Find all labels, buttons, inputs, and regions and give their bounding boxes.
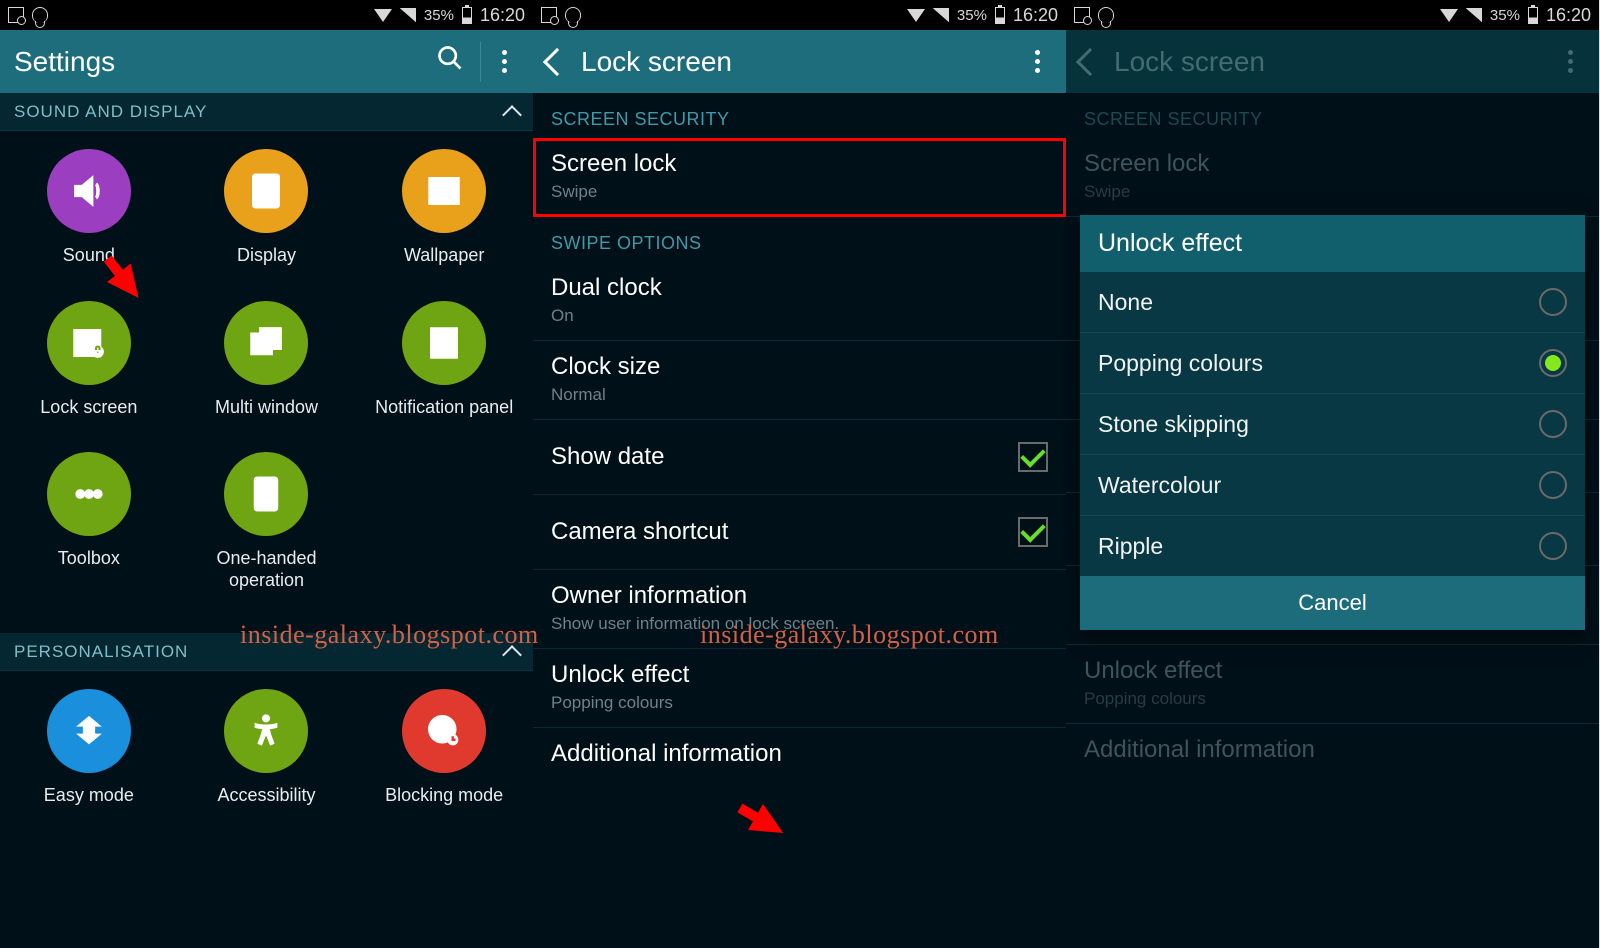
option-popping-colours[interactable]: Popping colours xyxy=(1080,333,1585,394)
item-one-handed[interactable]: One-handed operation xyxy=(178,452,356,591)
search-icon[interactable] xyxy=(428,44,472,79)
header-swipe-options: SWIPE OPTIONS xyxy=(533,217,1066,262)
item-blocking-mode[interactable]: Blocking mode xyxy=(355,689,533,807)
wifi-icon xyxy=(907,9,925,22)
chevron-up-icon xyxy=(502,645,522,665)
row-unlock-effect[interactable]: Unlock effectPopping colours xyxy=(533,649,1066,728)
more-icon[interactable] xyxy=(489,50,519,73)
item-multi-window[interactable]: Multi window xyxy=(178,301,356,419)
radio-icon xyxy=(1539,471,1567,499)
chevron-up-icon xyxy=(502,105,522,125)
section-personalisation[interactable]: PERSONALISATION xyxy=(0,633,533,671)
status-bar: 35% 16:20 xyxy=(0,0,533,30)
option-none[interactable]: None xyxy=(1080,272,1585,333)
action-bar: Lock screen xyxy=(533,30,1066,93)
sound-icon xyxy=(47,149,131,233)
radio-selected-icon xyxy=(1539,349,1567,377)
row-show-date[interactable]: Show date xyxy=(533,420,1066,495)
radio-icon xyxy=(1539,288,1567,316)
status-time: 16:20 xyxy=(480,5,525,26)
option-stone-skipping[interactable]: Stone skipping xyxy=(1080,394,1585,455)
headphones-icon xyxy=(565,7,581,23)
back-icon[interactable] xyxy=(543,47,571,75)
item-notification-panel[interactable]: Notification panel xyxy=(355,301,533,419)
battery-pct: 35% xyxy=(424,7,454,24)
display-icon xyxy=(224,149,308,233)
settings-grid: Sound Display Wallpaper Lock screen Mult… xyxy=(0,131,533,633)
row-additional-info[interactable]: Additional information xyxy=(533,728,1066,798)
more-icon[interactable] xyxy=(1022,50,1052,73)
headphones-icon xyxy=(32,7,48,23)
checkbox-checked-icon[interactable] xyxy=(1018,442,1048,472)
item-wallpaper[interactable]: Wallpaper xyxy=(355,149,533,267)
item-lock-screen[interactable]: Lock screen xyxy=(0,301,178,419)
section-sound-display[interactable]: SOUND AND DISPLAY xyxy=(0,93,533,131)
page-title: Settings xyxy=(14,46,428,78)
battery-icon xyxy=(462,7,472,24)
multi-window-icon xyxy=(224,301,308,385)
dialog-scrim[interactable]: Unlock effect None Popping colours Stone… xyxy=(1066,0,1599,948)
row-owner-info[interactable]: Owner informationShow user information o… xyxy=(533,570,1066,649)
image-icon xyxy=(541,7,557,23)
option-watercolour[interactable]: Watercolour xyxy=(1080,455,1585,516)
row-clock-size[interactable]: Clock sizeNormal xyxy=(533,341,1066,420)
checkbox-checked-icon[interactable] xyxy=(1018,517,1048,547)
radio-icon xyxy=(1539,410,1567,438)
wifi-icon xyxy=(374,9,392,22)
signal-icon xyxy=(933,8,949,22)
cancel-button[interactable]: Cancel xyxy=(1080,576,1585,630)
settings-grid-2: Easy mode Accessibility Blocking mode xyxy=(0,671,533,841)
row-dual-clock[interactable]: Dual clockOn xyxy=(533,262,1066,341)
image-icon xyxy=(8,7,24,23)
toolbox-icon xyxy=(47,452,131,536)
settings-panel: 35% 16:20 Settings SOUND AND DISPLAY Sou… xyxy=(0,0,533,948)
row-screen-lock[interactable]: Screen lockSwipe xyxy=(533,138,1066,217)
notification-panel-icon xyxy=(402,301,486,385)
blocking-mode-icon xyxy=(402,689,486,773)
dialog-panel: 35%16:20 Lock screen SCREEN SECURITY Scr… xyxy=(1066,0,1599,948)
item-sound[interactable]: Sound xyxy=(0,149,178,267)
status-bar: 35%16:20 xyxy=(533,0,1066,30)
item-toolbox[interactable]: Toolbox xyxy=(0,452,178,591)
item-easy-mode[interactable]: Easy mode xyxy=(0,689,178,807)
easy-mode-icon xyxy=(47,689,131,773)
unlock-effect-dialog: Unlock effect None Popping colours Stone… xyxy=(1080,215,1585,630)
item-display[interactable]: Display xyxy=(178,149,356,267)
signal-icon xyxy=(400,8,416,22)
divider xyxy=(480,42,481,82)
header-screen-security: SCREEN SECURITY xyxy=(533,93,1066,138)
action-bar: Settings xyxy=(0,30,533,93)
option-ripple[interactable]: Ripple xyxy=(1080,516,1585,576)
page-title: Lock screen xyxy=(581,46,1022,78)
one-handed-icon xyxy=(224,452,308,536)
lockscreen-panel: 35%16:20 Lock screen SCREEN SECURITY Scr… xyxy=(533,0,1066,948)
accessibility-icon xyxy=(224,689,308,773)
wallpaper-icon xyxy=(402,149,486,233)
lock-screen-icon xyxy=(47,301,131,385)
row-camera-shortcut[interactable]: Camera shortcut xyxy=(533,495,1066,570)
item-accessibility[interactable]: Accessibility xyxy=(178,689,356,807)
dialog-title: Unlock effect xyxy=(1080,215,1585,272)
battery-icon xyxy=(995,7,1005,24)
radio-icon xyxy=(1539,532,1567,560)
